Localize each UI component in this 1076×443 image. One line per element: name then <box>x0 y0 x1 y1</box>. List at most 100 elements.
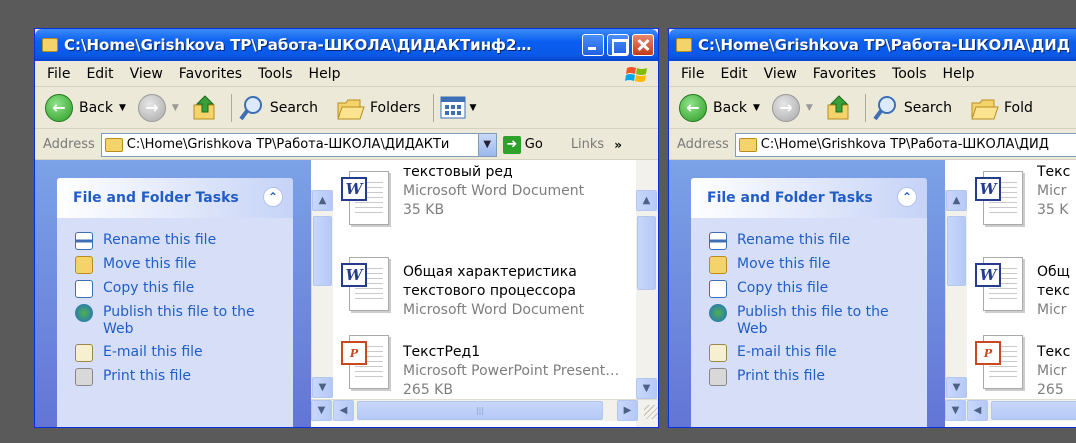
collapse-chevron-icon[interactable]: ⌃ <box>897 187 917 207</box>
file-item[interactable]: P ТекстРед1 Microsoft PowerPoint Present… <box>341 335 619 400</box>
horizontal-scrollbar[interactable]: ▼ ◀ <box>945 399 1076 421</box>
panel-header[interactable]: File and Folder Tasks ⌃ <box>691 178 927 218</box>
file-folder-tasks-panel: File and Folder Tasks ⌃ Rename this file… <box>57 178 293 427</box>
chevron-down-icon[interactable]: ▼ <box>470 103 477 113</box>
scroll-down-button[interactable]: ▼ <box>311 400 332 421</box>
menu-help[interactable]: Help <box>935 66 983 82</box>
address-label: Address <box>677 137 729 152</box>
word-document-icon: W <box>341 171 393 227</box>
collapse-chevron-icon[interactable]: ⌃ <box>263 187 283 207</box>
task-email[interactable]: E-mail this file <box>691 338 927 362</box>
address-value: C:\Home\Grishkova TP\Работа-ШКОЛА\ДИДАКТ… <box>126 137 450 152</box>
menu-help[interactable]: Help <box>301 66 349 82</box>
menu-favorites[interactable]: Favorites <box>805 66 884 82</box>
forward-button[interactable]: → ▼ <box>137 93 185 122</box>
folders-button[interactable]: Fold <box>970 95 1033 121</box>
back-button[interactable]: ← Back ▼ <box>679 93 766 122</box>
menu-edit[interactable]: Edit <box>712 66 755 82</box>
up-folder-button[interactable] <box>191 94 219 122</box>
chevron-down-icon[interactable]: ▼ <box>806 103 813 113</box>
up-folder-button[interactable] <box>825 94 853 122</box>
left-vertical-scrollbar[interactable]: ▲ ▼ <box>311 190 333 398</box>
search-button[interactable]: Search <box>872 94 952 122</box>
search-label: Search <box>269 99 318 116</box>
horizontal-scrollbar[interactable]: ▼ ◀ ||| ▶ <box>311 399 658 421</box>
file-item[interactable]: W Общая характеристика текстового процес… <box>341 257 584 320</box>
menu-tools[interactable]: Tools <box>884 66 935 82</box>
scroll-thumb[interactable] <box>637 216 656 290</box>
task-rename[interactable]: Rename this file <box>57 226 293 250</box>
right-vertical-scrollbar[interactable]: ▲ ▼ <box>636 160 658 427</box>
file-item[interactable]: P Текс Micr 265 <box>975 335 1070 400</box>
screenshot-canvas: C:\Home\Grishkova TP\Работа-ШКОЛА\ДИДАКТ… <box>0 0 1076 443</box>
file-size: 265 <box>1037 382 1064 398</box>
scroll-down-button[interactable]: ▼ <box>946 377 967 398</box>
scroll-up-button[interactable]: ▲ <box>946 190 967 211</box>
resize-grip[interactable] <box>644 405 658 419</box>
menu-view[interactable]: View <box>756 66 805 82</box>
file-type: Microsoft PowerPoint Present… <box>403 363 620 379</box>
links-toolbar[interactable]: Links <box>571 137 604 152</box>
file-name: Текс <box>1037 164 1071 180</box>
task-pane: File and Folder Tasks ⌃ Rename this file… <box>669 160 945 427</box>
go-button[interactable]: ➜ Go <box>502 135 543 154</box>
panel-header[interactable]: File and Folder Tasks ⌃ <box>57 178 293 218</box>
task-copy[interactable]: Copy this file <box>57 274 293 298</box>
toolbar-separator <box>230 93 232 122</box>
address-input[interactable]: C:\Home\Grishkova TP\Работа-ШКОЛА\ДИД <box>734 132 1076 157</box>
task-publish[interactable]: Publish this file to the Web <box>57 298 293 338</box>
publish-web-icon <box>75 304 93 322</box>
menu-file[interactable]: File <box>39 66 78 82</box>
title-bar[interactable]: C:\Home\Grishkova TP\Работа-ШКОЛА\ДИДАКТ… <box>35 29 658 61</box>
views-button[interactable]: ▼ <box>440 96 483 120</box>
back-button[interactable]: ← Back ▼ <box>45 93 132 122</box>
scroll-down-button[interactable]: ▼ <box>945 400 966 421</box>
minimize-button[interactable] <box>582 34 604 56</box>
forward-button[interactable]: → ▼ <box>771 93 819 122</box>
scroll-left-button[interactable]: ◀ <box>333 400 354 421</box>
scroll-down-button[interactable]: ▼ <box>636 378 657 399</box>
file-name-line2: текстового процессора <box>403 283 577 299</box>
scroll-down-button[interactable]: ▼ <box>312 377 333 398</box>
title-bar[interactable]: C:\Home\Grishkova TP\Работа-ШКОЛА\ДИД <box>669 29 1076 61</box>
file-item[interactable]: W текстовый ред Microsoft Word Document … <box>341 164 584 227</box>
scroll-thumb[interactable] <box>313 216 332 286</box>
folders-button[interactable]: Folders <box>336 95 421 121</box>
maximize-button[interactable] <box>607 34 629 56</box>
scroll-left-button[interactable]: ◀ <box>967 400 988 421</box>
chevron-down-icon[interactable]: ▼ <box>119 103 126 113</box>
menu-favorites[interactable]: Favorites <box>171 66 250 82</box>
file-item[interactable]: W Текс Micr 35 K <box>975 164 1070 227</box>
chevron-right-icon[interactable]: » <box>614 138 622 152</box>
scroll-up-button[interactable]: ▲ <box>312 190 333 211</box>
chevron-down-icon[interactable]: ▼ <box>753 103 760 113</box>
left-vertical-scrollbar[interactable]: ▲ ▼ <box>945 190 967 398</box>
chevron-down-icon[interactable]: ▼ <box>172 103 179 113</box>
task-print[interactable]: Print this file <box>57 362 293 386</box>
task-label: Copy this file <box>103 280 195 296</box>
task-rename[interactable]: Rename this file <box>691 226 927 250</box>
menu-file[interactable]: File <box>673 66 712 82</box>
menu-view[interactable]: View <box>122 66 171 82</box>
scroll-right-button[interactable]: ▶ <box>617 400 638 421</box>
task-label: Copy this file <box>737 280 829 296</box>
scroll-up-button[interactable]: ▲ <box>636 190 657 211</box>
task-move[interactable]: Move this file <box>691 250 927 274</box>
file-item[interactable]: W Общ текс Micr <box>975 257 1070 320</box>
address-dropdown-button[interactable]: ▼ <box>477 133 496 156</box>
task-email[interactable]: E-mail this file <box>57 338 293 362</box>
menu-tools[interactable]: Tools <box>250 66 301 82</box>
task-move[interactable]: Move this file <box>57 250 293 274</box>
address-input[interactable]: C:\Home\Grishkova TP\Работа-ШКОЛА\ДИДАКТ… <box>100 132 497 157</box>
menu-edit[interactable]: Edit <box>78 66 121 82</box>
task-publish[interactable]: Publish this file to the Web <box>691 298 927 338</box>
task-copy[interactable]: Copy this file <box>691 274 927 298</box>
horizontal-scroll-thumb[interactable] <box>991 401 1076 420</box>
horizontal-scroll-thumb[interactable]: ||| <box>357 401 603 420</box>
address-bar: Address C:\Home\Grishkova TP\Работа-ШКОЛ… <box>35 130 658 160</box>
close-button[interactable] <box>632 34 654 56</box>
toolbar-separator <box>432 93 434 122</box>
scroll-thumb[interactable] <box>947 216 966 286</box>
task-print[interactable]: Print this file <box>691 362 927 386</box>
search-button[interactable]: Search <box>238 94 318 122</box>
